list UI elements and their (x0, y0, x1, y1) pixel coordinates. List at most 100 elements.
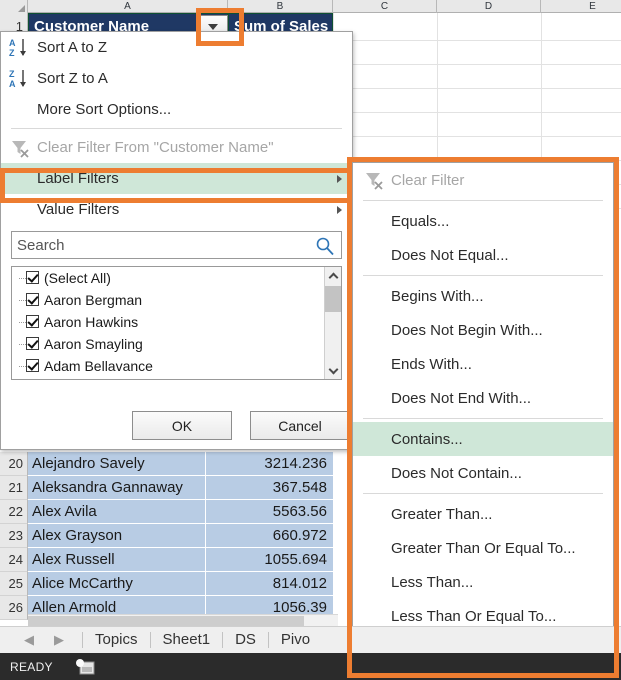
scroll-down-button[interactable] (325, 362, 341, 379)
search-input[interactable] (12, 232, 341, 258)
submenu-item-greater-than-or-equal-to[interactable]: Greater Than Or Equal To... (353, 531, 613, 565)
list-item-label: Aaron Bergman (44, 292, 143, 308)
cancel-button[interactable]: Cancel (250, 411, 350, 440)
cell-customer-name[interactable]: Alice McCarthy (28, 572, 206, 596)
svg-text:A: A (9, 79, 16, 89)
column-header-c[interactable]: C (333, 0, 437, 13)
row-header-23[interactable]: 23 (0, 524, 28, 548)
sheet-tab-pivo[interactable]: Pivo (269, 627, 322, 653)
sort-descending-icon: ZA (9, 69, 26, 89)
cell-customer-name[interactable]: Alex Russell (28, 548, 206, 572)
list-item[interactable]: Aaron Hawkins (12, 311, 341, 333)
list-item-label: Aaron Hawkins (44, 314, 139, 330)
submenu-item-contains[interactable]: Contains... (353, 422, 613, 456)
cell-customer-name[interactable]: Alex Grayson (28, 524, 206, 548)
sheet-tab-ds[interactable]: DS (223, 627, 268, 653)
row-header-24[interactable]: 24 (0, 548, 28, 572)
menu-item-label: Sort A to Z (37, 39, 108, 56)
search-icon (316, 237, 334, 256)
svg-text:Z: Z (9, 48, 15, 58)
submenu-item-does-not-contain[interactable]: Does Not Contain... (353, 456, 613, 490)
cell-sum-of-sales[interactable]: 1055.694 (206, 548, 333, 572)
submenu-item-greater-than[interactable]: Greater Than... (353, 497, 613, 531)
row-header-25[interactable]: 25 (0, 572, 28, 596)
menu-item-label: Clear Filter From "Customer Name" (37, 139, 274, 156)
submenu-item-less-than[interactable]: Less Than... (353, 565, 613, 599)
row-header-20[interactable]: 20 (0, 452, 28, 476)
submenu-item-label: Does Not Begin With... (391, 321, 543, 339)
svg-text:Z: Z (9, 69, 15, 79)
menu-item-label: Label Filters (37, 170, 119, 187)
cell-sum-of-sales[interactable]: 5563.56 (206, 500, 333, 524)
menu-separator (363, 275, 603, 276)
submenu-item-label: Begins With... (391, 287, 484, 305)
menu-item-sort-z-to-a[interactable]: Z A Sort Z to A (1, 63, 352, 94)
horizontal-scrollbar[interactable] (28, 614, 338, 626)
sheet-tab-topics[interactable]: Topics (83, 627, 150, 653)
row-header-26[interactable]: 26 (0, 596, 28, 620)
submenu-item-label: Less Than... (391, 573, 474, 591)
column-header-a[interactable]: A (28, 0, 228, 13)
value-checklist[interactable]: (Select All) Aaron Bergman Aaron Hawkins Aa… (11, 266, 342, 380)
svg-text:A: A (9, 38, 16, 48)
list-item[interactable]: (Select All) (12, 267, 341, 289)
sheet-tab-sheet1[interactable]: Sheet1 (151, 627, 223, 653)
chevron-down-icon (328, 364, 339, 374)
excel-window: ABCDE 1 Customer Name Sum of Sales 20 Ale… (0, 0, 621, 680)
checkbox[interactable] (26, 315, 39, 328)
sort-ascending-icon: AZ (9, 38, 26, 58)
menu-item-clear-filter-from-customer-name[interactable]: Clear Filter From "Customer Name" (1, 132, 352, 163)
submenu-item-does-not-begin-with[interactable]: Does Not Begin With... (353, 313, 613, 347)
list-item[interactable]: Aaron Smayling (12, 333, 341, 355)
row-header-21[interactable]: 21 (0, 476, 28, 500)
column-header-d[interactable]: D (437, 0, 541, 13)
label-filters-submenu: Clear Filter Equals... Does Not Equal... Be… (352, 162, 614, 674)
submenu-item-label: Equals... (391, 212, 450, 230)
checkbox[interactable] (26, 337, 39, 350)
row-header-22[interactable]: 22 (0, 500, 28, 524)
menu-item-sort-a-to-z[interactable]: A Z Sort A to Z (1, 32, 352, 63)
tab-nav-arrows[interactable]: ◀ ▶ (0, 632, 82, 648)
submenu-item-label: Clear Filter (391, 171, 465, 189)
column-header-b[interactable]: B (228, 0, 333, 13)
cell-customer-name[interactable]: Aleksandra Gannaway (28, 476, 206, 500)
hscroll-thumb[interactable] (28, 616, 304, 626)
submenu-item-clear-filter[interactable]: Clear Filter (353, 163, 613, 197)
submenu-item-label: Greater Than Or Equal To... (391, 539, 576, 557)
checklist-scrollbar[interactable] (324, 267, 341, 379)
cell-sum-of-sales[interactable]: 660.972 (206, 524, 333, 548)
scroll-up-button[interactable] (325, 267, 341, 284)
checkbox[interactable] (26, 359, 39, 372)
macro-record-icon[interactable] (75, 659, 95, 675)
column-header-e[interactable]: E (541, 0, 621, 13)
cell-sum-of-sales[interactable]: 367.548 (206, 476, 333, 500)
clear-filter-icon (12, 141, 29, 158)
submenu-item-ends-with[interactable]: Ends With... (353, 347, 613, 381)
submenu-item-does-not-equal[interactable]: Does Not Equal... (353, 238, 613, 272)
cell-sum-of-sales[interactable]: 814.012 (206, 572, 333, 596)
menu-item-label: Value Filters (37, 201, 120, 218)
cell-customer-name[interactable]: Alejandro Savely (28, 452, 206, 476)
submenu-item-label: Contains... (391, 430, 463, 448)
submenu-item-does-not-end-with[interactable]: Does Not End With... (353, 381, 613, 415)
clear-filter-icon (366, 173, 383, 190)
menu-item-label-filters[interactable]: Label Filters (1, 163, 352, 194)
checkbox[interactable] (26, 293, 39, 306)
submenu-item-begins-with[interactable]: Begins With... (353, 279, 613, 313)
menu-item-value-filters[interactable]: Value Filters (1, 194, 352, 225)
submenu-item-label: Does Not End With... (391, 389, 532, 407)
sheet-tab-bar: ◀ ▶ Topics Sheet1 DS Pivo (0, 626, 621, 653)
triangle-right-icon[interactable]: ▶ (54, 632, 64, 648)
list-item[interactable]: Adam Bellavance (12, 355, 341, 377)
search-box[interactable] (11, 231, 342, 259)
select-all-corner[interactable] (0, 0, 28, 13)
cell-sum-of-sales[interactable]: 3214.236 (206, 452, 333, 476)
checkbox[interactable] (26, 271, 39, 284)
triangle-left-icon[interactable]: ◀ (24, 632, 34, 648)
submenu-item-equals[interactable]: Equals... (353, 204, 613, 238)
menu-item-more-sort-options[interactable]: More Sort Options... (1, 94, 352, 125)
list-item[interactable]: Aaron Bergman (12, 289, 341, 311)
cell-customer-name[interactable]: Alex Avila (28, 500, 206, 524)
scrollbar-thumb[interactable] (325, 286, 341, 312)
ok-button[interactable]: OK (132, 411, 232, 440)
